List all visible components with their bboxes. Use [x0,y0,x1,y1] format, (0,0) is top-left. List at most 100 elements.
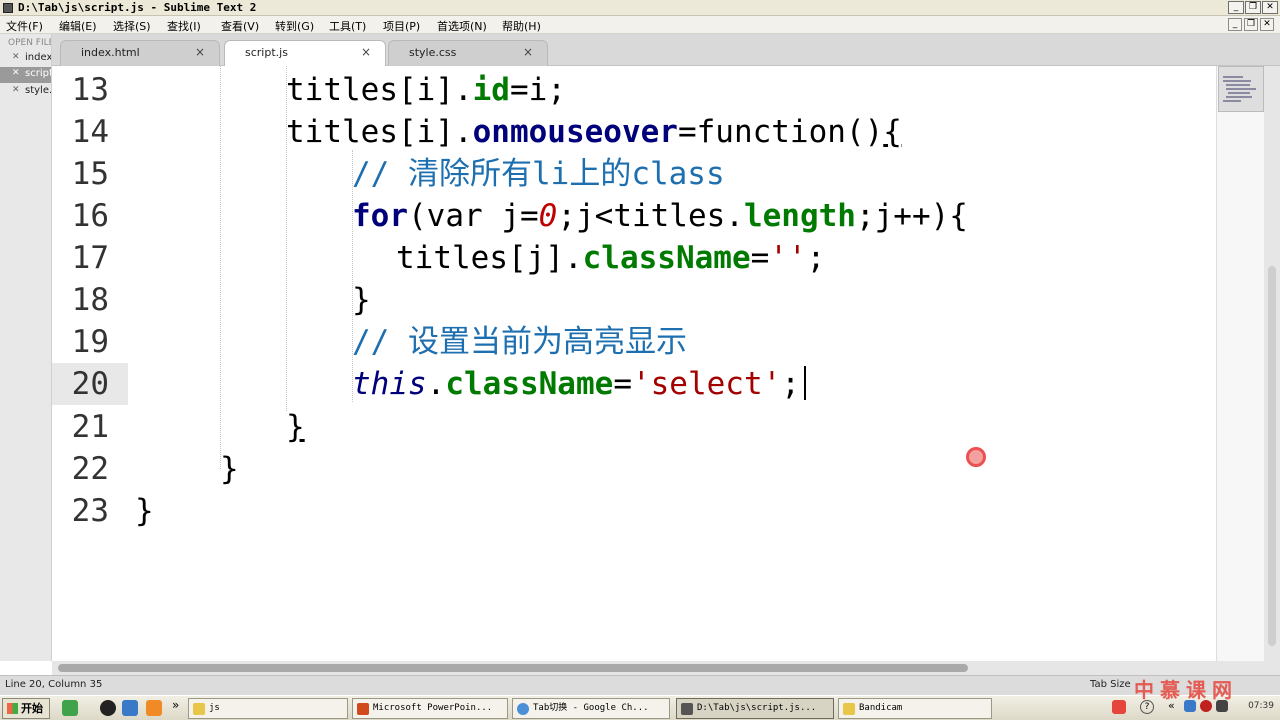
code-line[interactable]: 13 titles[i].id=i; [52,69,1216,111]
task-powerpoint[interactable]: Microsoft PowerPoin... [352,698,508,719]
code-token: = [613,366,632,402]
code-text: } [352,279,371,321]
code-token: titles[j]. [396,240,583,276]
code-text: // 设置当前为高亮显示 [352,321,687,363]
sidebar-file-script-js[interactable]: ✕ script.js [0,67,51,83]
minimap-line [1223,76,1243,78]
help-icon[interactable]: ? [1140,700,1154,714]
code-line[interactable]: 21} [52,406,1216,448]
tab-script-js[interactable]: script.js × [224,40,386,66]
code-token: // 设置当前为高亮显示 [352,324,687,360]
task-label: Bandicam [859,703,903,713]
code-token: ; [806,240,826,276]
code-token: (var j= [408,198,539,234]
menu-selection[interactable]: 选择(S) [113,18,151,34]
taskbar: 开始 » js Microsoft PowerPoin... Tab切换 - G… [0,695,1280,720]
doc-close-button[interactable]: ✕ [1260,18,1274,31]
horizontal-scrollbar[interactable] [52,661,1280,675]
code-line[interactable]: 17 titles[j].className=''; [52,237,1216,279]
code-token: ;j<titles. [557,198,744,234]
line-number: 20 [71,366,109,402]
tab-style-css[interactable]: style.css × [388,40,548,66]
code-line[interactable]: 18} [52,279,1216,321]
maximize-button[interactable]: ❐ [1245,1,1261,14]
open-files-header: OPEN FILES [8,38,51,48]
vertical-scroll-thumb[interactable] [1268,266,1276,646]
code-line[interactable]: 19 // 设置当前为高亮显示 [52,321,1216,363]
code-token: 'select' [631,366,782,402]
menu-project[interactable]: 项目(P) [383,18,420,34]
quicklaunch-360-icon[interactable] [62,700,78,716]
code-line[interactable]: 14 titles[i].onmouseover=function(){ [52,111,1216,153]
menu-help[interactable]: 帮助(H) [502,18,541,34]
line-number: 14 [71,114,109,150]
imooc-watermark: 中慕课网 [1134,678,1238,702]
close-icon[interactable]: × [523,45,533,59]
code-text: titles[i].onmouseover=function(){ [286,111,902,153]
doc-minimize-button[interactable]: _ [1228,18,1242,31]
code-line[interactable]: 15 // 清除所有li上的class [52,153,1216,195]
sidebar-file-style-css[interactable]: ✕ style.css [0,84,51,100]
task-label: Microsoft PowerPoin... [373,703,493,713]
tab-size-selector[interactable]: Tab Size [1090,679,1131,690]
close-icon[interactable]: ✕ [12,52,20,62]
menu-file[interactable]: 文件(F) [6,18,43,34]
tab-label: index.html [81,46,140,59]
code-line[interactable]: 16 for(var j=0;j<titles.length;j++){ [52,195,1216,237]
menu-preferences[interactable]: 首选项(N) [437,18,487,34]
quicklaunch-app-icon[interactable] [146,700,162,716]
quicklaunch-browser-icon[interactable] [122,700,138,716]
code-line[interactable]: 23} [52,490,1216,532]
start-button[interactable]: 开始 [2,698,50,719]
code-token: } [220,451,239,487]
horizontal-scroll-thumb[interactable] [58,664,968,672]
quicklaunch-qq-icon[interactable] [100,700,116,716]
start-label: 开始 [21,702,43,715]
menu-view[interactable]: 查看(V) [221,18,259,34]
line-number: 17 [71,240,109,276]
menu-find[interactable]: 查找(I) [167,18,201,34]
task-bandicam[interactable]: Bandicam [838,698,992,719]
close-button[interactable]: ✕ [1262,1,1278,14]
vertical-scrollbar[interactable] [1264,66,1280,661]
task-js[interactable]: js [188,698,348,719]
minimap[interactable] [1216,66,1264,661]
task-chrome[interactable]: Tab切换 - Google Ch... [512,698,670,719]
code-text: // 清除所有li上的class [352,153,725,195]
sogou-ime-icon[interactable] [1112,700,1126,714]
menu-bar: 文件(F) 编辑(E) 选择(S) 查找(I) 查看(V) 转到(G) 工具(T… [0,16,1280,34]
powerpoint-icon [357,703,369,715]
code-token: . [426,366,446,402]
code-line[interactable]: 22} [52,448,1216,490]
sublime-app-icon [3,3,13,13]
window-title: D:\Tab\js\script.js - Sublime Text 2 [18,1,257,14]
close-icon[interactable]: ✕ [12,68,20,78]
sidebar-file-index-html[interactable]: ✕ index.html [0,51,51,67]
windows-logo-icon [7,703,18,714]
code-line[interactable]: 20 this.className='select'; [52,363,1216,405]
task-sublime[interactable]: D:\Tab\js\script.js... [676,698,834,719]
close-icon[interactable]: ✕ [12,85,20,95]
line-number: 22 [71,451,109,487]
menu-edit[interactable]: 编辑(E) [59,18,97,34]
line-number: 16 [71,198,109,234]
code-token: } [135,493,154,529]
tab-index-html[interactable]: index.html × [60,40,220,66]
minimap-line [1228,92,1250,94]
quicklaunch-overflow[interactable]: » [172,698,179,712]
task-label: Tab切换 - Google Ch... [533,703,649,713]
sublime-icon [681,703,693,715]
tab-label: script.js [245,46,288,59]
code-token: '' [769,240,807,276]
code-token: for [352,198,408,234]
doc-restore-button[interactable]: ❐ [1244,18,1258,31]
close-icon[interactable]: × [195,45,205,59]
code-token: } [286,409,305,445]
menu-tools[interactable]: 工具(T) [329,18,366,34]
menu-goto[interactable]: 转到(G) [275,18,314,34]
close-icon[interactable]: × [361,45,371,59]
clock: 07:39 [1248,701,1274,711]
code-editor[interactable]: 13 titles[i].id=i; 14 titles[i].onmouseover… [52,66,1216,661]
minimap-line [1226,84,1250,86]
minimize-button[interactable]: _ [1228,1,1244,14]
